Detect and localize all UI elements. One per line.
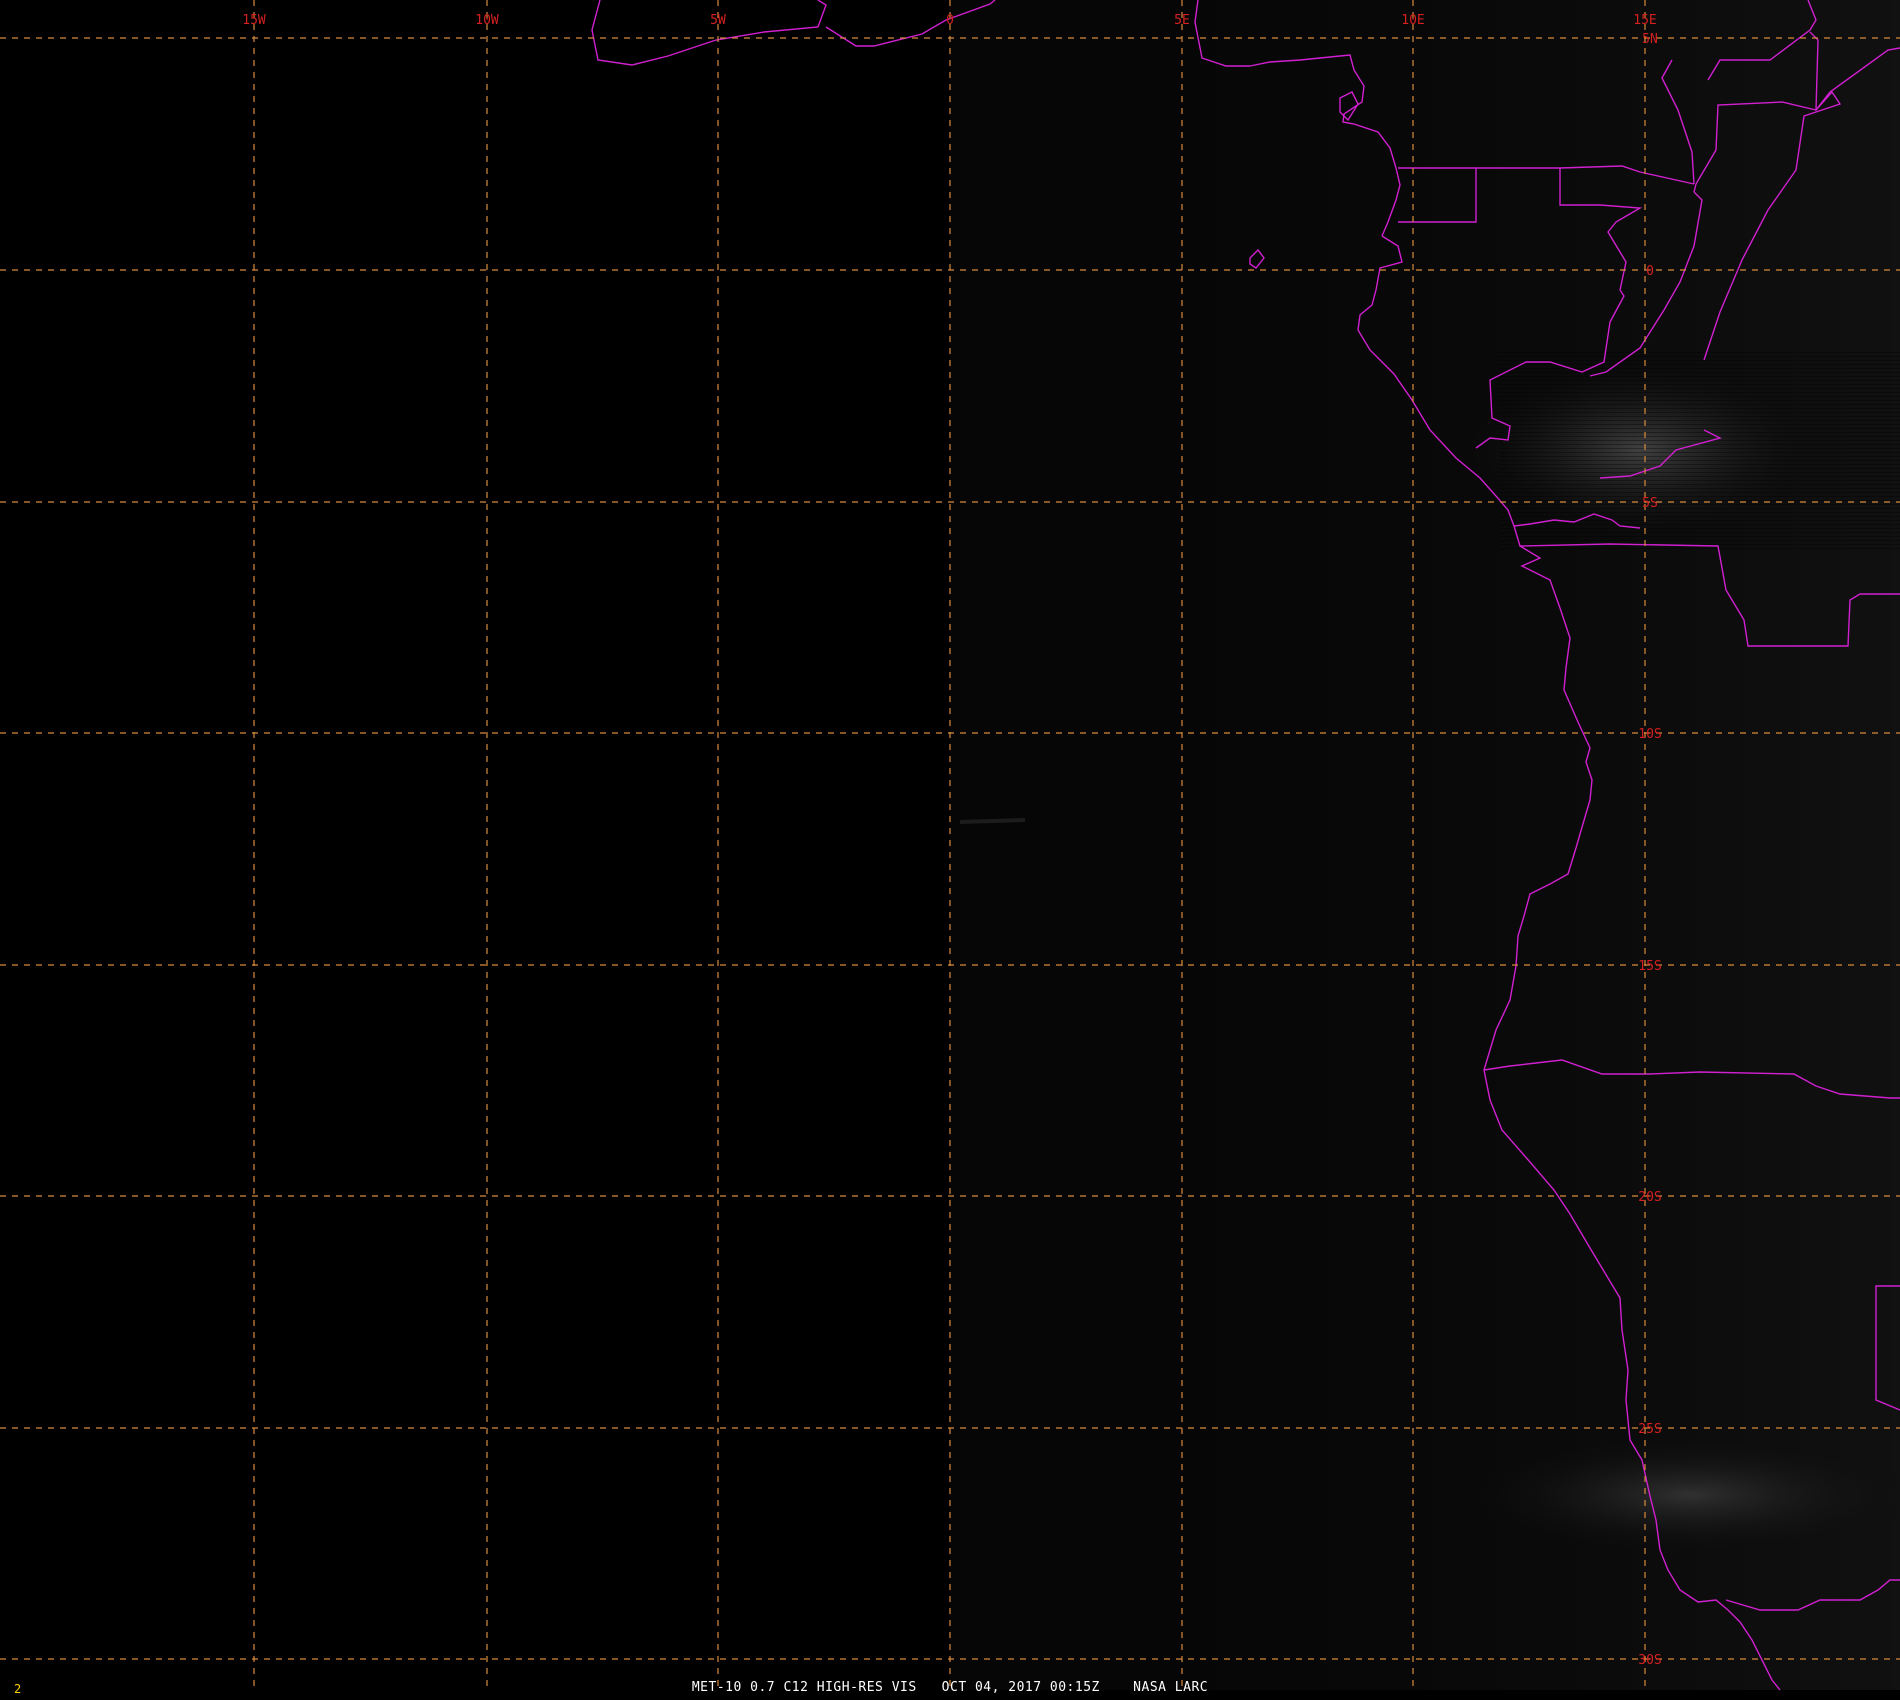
latitude-label: 0	[1646, 264, 1654, 279]
longitude-label: 5W	[710, 13, 726, 28]
longitude-label: 10E	[1401, 13, 1424, 28]
latitude-label: 25S	[1638, 1422, 1661, 1437]
latitude-label: 5N	[1642, 32, 1658, 47]
longitude-label: 10W	[475, 13, 499, 28]
latitude-label: 5S	[1642, 496, 1658, 511]
imagery-layer	[950, 0, 1900, 1690]
longitude-label: 5E	[1174, 13, 1190, 28]
longitude-label: 15W	[242, 13, 266, 28]
longitude-label: 15E	[1633, 13, 1656, 28]
map-canvas: 15W 10W 5W 0 5E 10E 15E 5N 0 5S 10S 15S 20S 25S 30S	[0, 0, 1900, 1691]
imagery-band-west	[950, 0, 1900, 1690]
latitude-label: 15S	[1638, 959, 1661, 974]
imagery-haze-south	[1460, 1435, 1900, 1555]
longitude-label: 0	[946, 13, 954, 28]
latitude-label: 20S	[1638, 1190, 1661, 1205]
latitude-label: 30S	[1638, 1653, 1661, 1668]
image-caption: MET-10 0.7 C12 HIGH-RES VIS OCT 04, 2017…	[691, 1680, 1209, 1695]
frame-number: 2	[14, 1682, 22, 1696]
coastline-west-africa	[591, 0, 996, 66]
latitude-label: 10S	[1638, 727, 1661, 742]
satellite-map: 15W 10W 5W 0 5E 10E 15E 5N 0 5S 10S 15S 20S 25S 30S ME…	[0, 0, 1900, 1700]
imagery-artifact	[959, 818, 1026, 824]
